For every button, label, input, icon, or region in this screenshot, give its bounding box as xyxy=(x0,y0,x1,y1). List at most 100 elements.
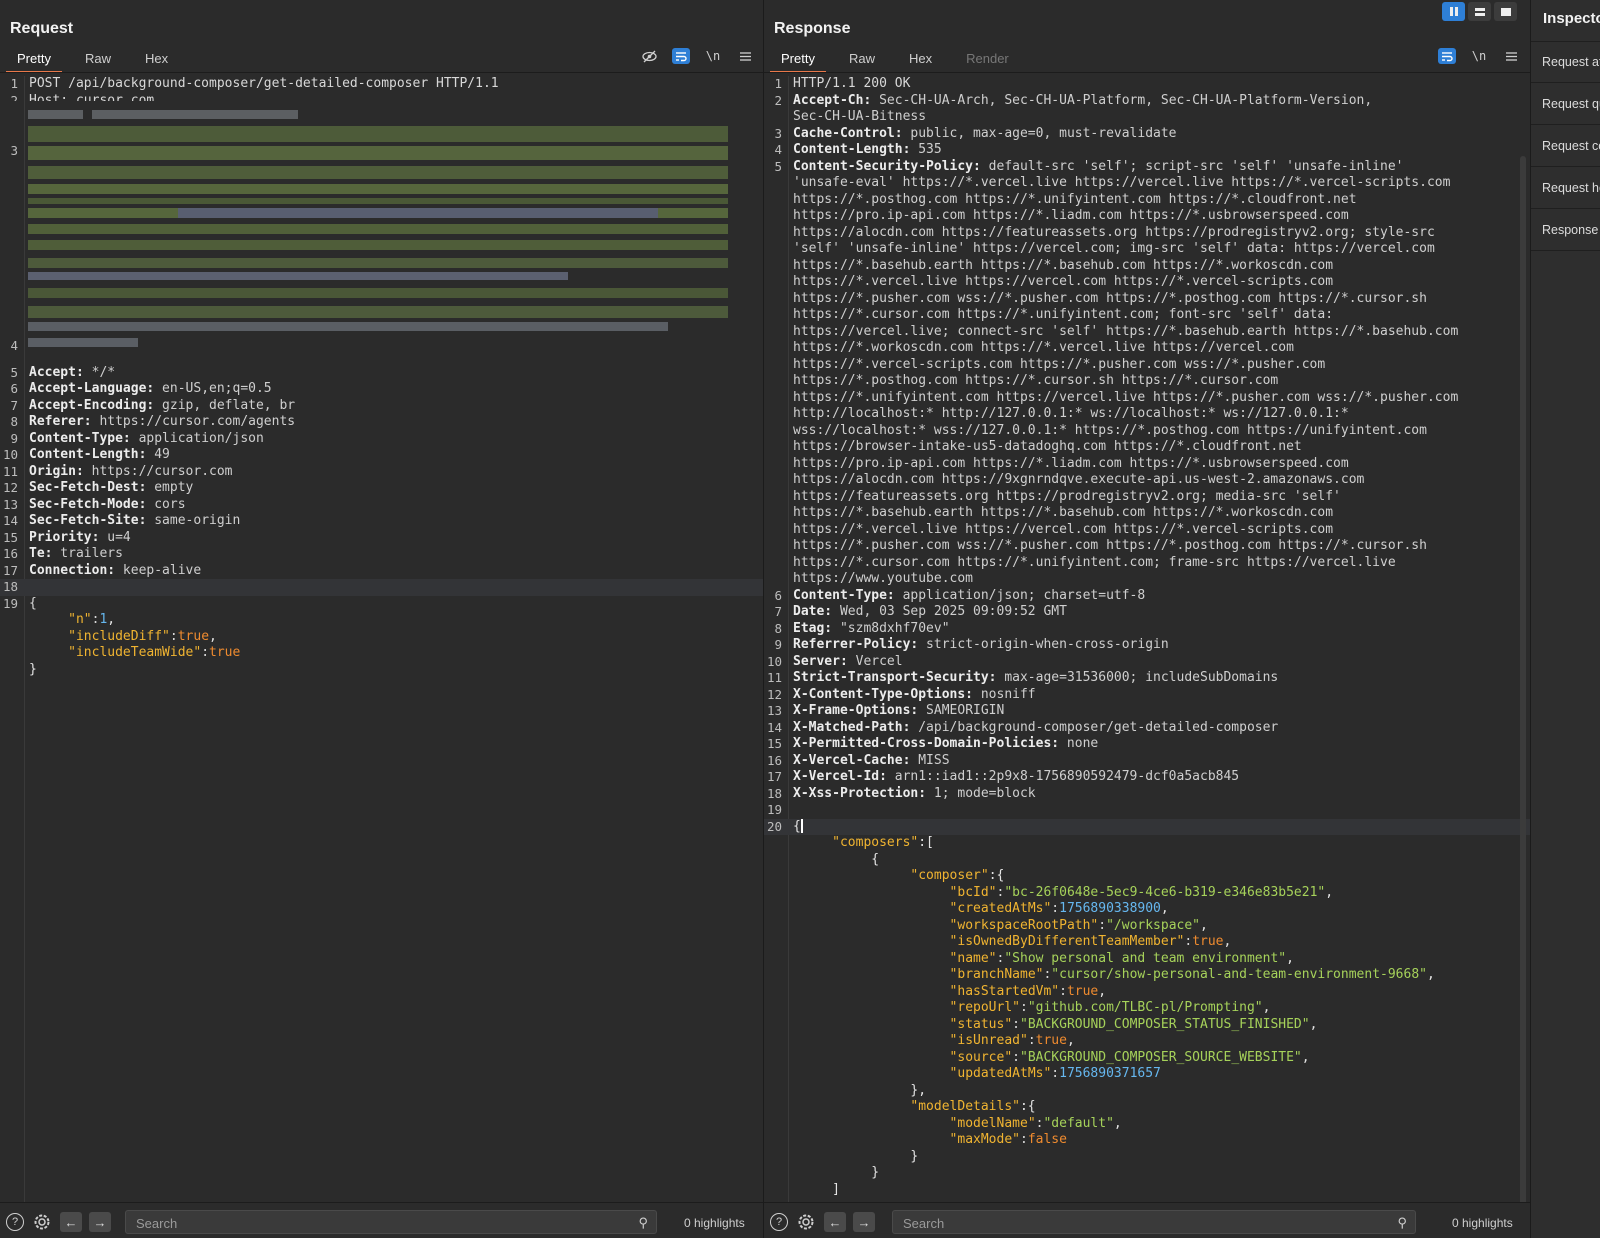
code-line: https://*.unifyintent.com https://vercel… xyxy=(764,390,1530,407)
newline-toggle-button[interactable]: \n xyxy=(704,48,722,64)
json-line: "status":"BACKGROUND_COMPOSER_STATUS_FIN… xyxy=(764,1017,1530,1034)
code-line: 16 Te: trailers xyxy=(0,546,763,563)
redacted-line-numbers-2: 4 xyxy=(0,305,763,388)
layout-rows-icon[interactable] xyxy=(1468,2,1491,21)
back-arrow-icon[interactable]: ← xyxy=(824,1212,846,1232)
header-value: Wed, 03 Sep 2025 09:09:52 GMT xyxy=(832,604,1067,619)
newline-toggle-button[interactable]: \n xyxy=(1470,48,1488,64)
inspector-item-request-attributes[interactable]: Request attributes xyxy=(1531,42,1600,83)
back-arrow-icon[interactable]: ← xyxy=(60,1212,82,1232)
json-line: "branchName":"cursor/show-personal-and-t… xyxy=(764,967,1530,984)
response-tab-render[interactable]: Render xyxy=(955,47,1020,71)
forward-arrow-icon[interactable]: → xyxy=(853,1212,875,1232)
json-text: "includeDiff":true, xyxy=(68,628,217,644)
response-tabs: Pretty Raw Hex Render xyxy=(770,47,1032,73)
line-text: 'unsafe-eval' https://*.vercel.live http… xyxy=(793,175,1450,192)
line-text: https://alocdn.com https://featureassets… xyxy=(793,225,1435,242)
request-divider xyxy=(0,72,763,73)
layout-tabs-icon[interactable] xyxy=(1494,2,1517,21)
line-text: https://featureassets.org https://prodre… xyxy=(793,489,1341,506)
line-number xyxy=(0,629,29,646)
response-tab-hex[interactable]: Hex xyxy=(898,47,943,71)
eye-off-icon[interactable] xyxy=(640,48,658,64)
json-line: "hasStartedVm":true, xyxy=(764,984,1530,1001)
layout-columns-icon[interactable] xyxy=(1442,2,1465,21)
header-value: https://browser-intake-us5-datadoghq.com… xyxy=(793,439,1302,454)
settings-gear-icon[interactable] xyxy=(32,1212,52,1237)
line-text: wss://localhost:* wss://127.0.0.1:* http… xyxy=(793,423,1427,440)
inspector-item-request-headers[interactable]: Request headers xyxy=(1531,168,1600,209)
line-number: 11 xyxy=(766,670,782,685)
line-text: https://*.pusher.com wss://*.pusher.com … xyxy=(793,291,1427,308)
help-icon[interactable]: ? xyxy=(6,1213,24,1231)
header-value: MISS xyxy=(910,752,950,768)
line-number xyxy=(764,109,793,126)
json-text: "modelName":"default", xyxy=(949,1115,1122,1131)
request-tab-hex[interactable]: Hex xyxy=(134,47,179,71)
header-value: 535 xyxy=(910,142,942,157)
response-search-input[interactable]: Search ⚲ xyxy=(892,1210,1416,1234)
json-punct: }, xyxy=(910,1082,927,1098)
help-icon[interactable]: ? xyxy=(770,1213,788,1231)
header-value: https://*.cursor.com https://*.unifyinte… xyxy=(793,307,1334,322)
redacted-line-numbers: 3 xyxy=(0,110,763,193)
response-toolbar: \n xyxy=(1438,48,1520,64)
response-editor[interactable]: 1 HTTP/1.1 200 OK 2 Accept-Ch: Sec-CH-UA-Ar… xyxy=(764,76,1530,1203)
json-value: "BACKGROUND_COMPOSER_STATUS_FINISHED" xyxy=(1020,1016,1310,1032)
wrap-icon[interactable] xyxy=(1438,48,1456,64)
settings-gear-icon[interactable] xyxy=(796,1212,816,1237)
json-text: "createdAtMs":1756890338900, xyxy=(949,901,1169,916)
line-number: 12 xyxy=(2,480,18,495)
line-text: X-Vercel-Cache: MISS xyxy=(793,753,950,770)
line-text: { xyxy=(29,595,37,611)
wrap-icon[interactable] xyxy=(672,48,690,64)
json-line: "includeTeamWide":true xyxy=(0,645,763,662)
line-number xyxy=(0,612,29,629)
line-number: 11 xyxy=(2,463,18,479)
response-tab-pretty[interactable]: Pretty xyxy=(770,47,826,73)
header-value: https://*.pusher.com wss://*.pusher.com … xyxy=(793,290,1427,306)
inspector-item-response-headers[interactable]: Response headers xyxy=(1531,210,1600,251)
code-line: 18 xyxy=(0,579,763,596)
json-key: "n" xyxy=(68,612,92,627)
header-value: https://*.unifyintent.com https://vercel… xyxy=(793,389,1459,405)
line-number: 14 xyxy=(2,513,18,528)
header-name: Content-Length: xyxy=(29,447,147,462)
json-punct: , xyxy=(209,628,217,644)
request-search-input[interactable]: Search ⚲ xyxy=(125,1210,657,1234)
json-text: "maxMode":false xyxy=(949,1132,1067,1147)
forward-arrow-icon[interactable]: → xyxy=(89,1212,111,1232)
json-key: "composers" xyxy=(832,835,919,850)
line-number xyxy=(764,984,793,1001)
code-line: https://alocdn.com https://9xgnrndqve.ex… xyxy=(764,472,1530,489)
request-tab-raw[interactable]: Raw xyxy=(74,47,122,71)
response-tab-raw[interactable]: Raw xyxy=(838,47,886,71)
json-line: } xyxy=(764,1165,1530,1182)
code-line: 3 Cache-Control: public, max-age=0, must-… xyxy=(764,126,1530,143)
json-line: "workspaceRootPath":"/workspace", xyxy=(764,918,1530,935)
request-tab-pretty[interactable]: Pretty xyxy=(6,47,62,73)
menu-icon[interactable] xyxy=(736,48,754,64)
response-scrollbar[interactable] xyxy=(1520,156,1526,1203)
header-name: Content-Security-Policy: xyxy=(793,158,981,174)
json-line: "createdAtMs":1756890338900, xyxy=(764,901,1530,918)
code-line: 1 POST /api/background-composer/get-detai… xyxy=(0,76,763,93)
code-line: 15 Priority: u=4 xyxy=(0,530,763,547)
inspector-item-request-cookies[interactable]: Request cookies xyxy=(1531,126,1600,167)
code-line: https://browser-intake-us5-datadoghq.com… xyxy=(764,439,1530,456)
json-text: "isUnread":true, xyxy=(949,1033,1075,1048)
json-line: "bcId":"bc-26f0648e-5ec9-4ce6-b319-e346e… xyxy=(764,885,1530,902)
request-pane: Request Pretty Raw Hex \n 1 POST /api/bac… xyxy=(0,0,764,1238)
json-punct: , xyxy=(1262,1000,1271,1015)
inspector-item-request-query[interactable]: Request query parameters xyxy=(1531,84,1600,125)
line-number xyxy=(764,522,793,539)
menu-icon[interactable] xyxy=(1502,48,1520,64)
request-editor[interactable]: 1 POST /api/background-composer/get-detai… xyxy=(0,76,763,1203)
json-punct: , xyxy=(107,612,116,627)
line-text: https://*.basehub.earth https://*.basehu… xyxy=(793,258,1333,275)
json-value: "Show personal and team environment" xyxy=(1004,950,1287,966)
line-number xyxy=(764,423,793,440)
header-value: https://*.vercel.live https://vercel.com… xyxy=(793,521,1334,537)
line-number xyxy=(764,324,793,341)
request-tabs: Pretty Raw Hex xyxy=(6,47,191,73)
